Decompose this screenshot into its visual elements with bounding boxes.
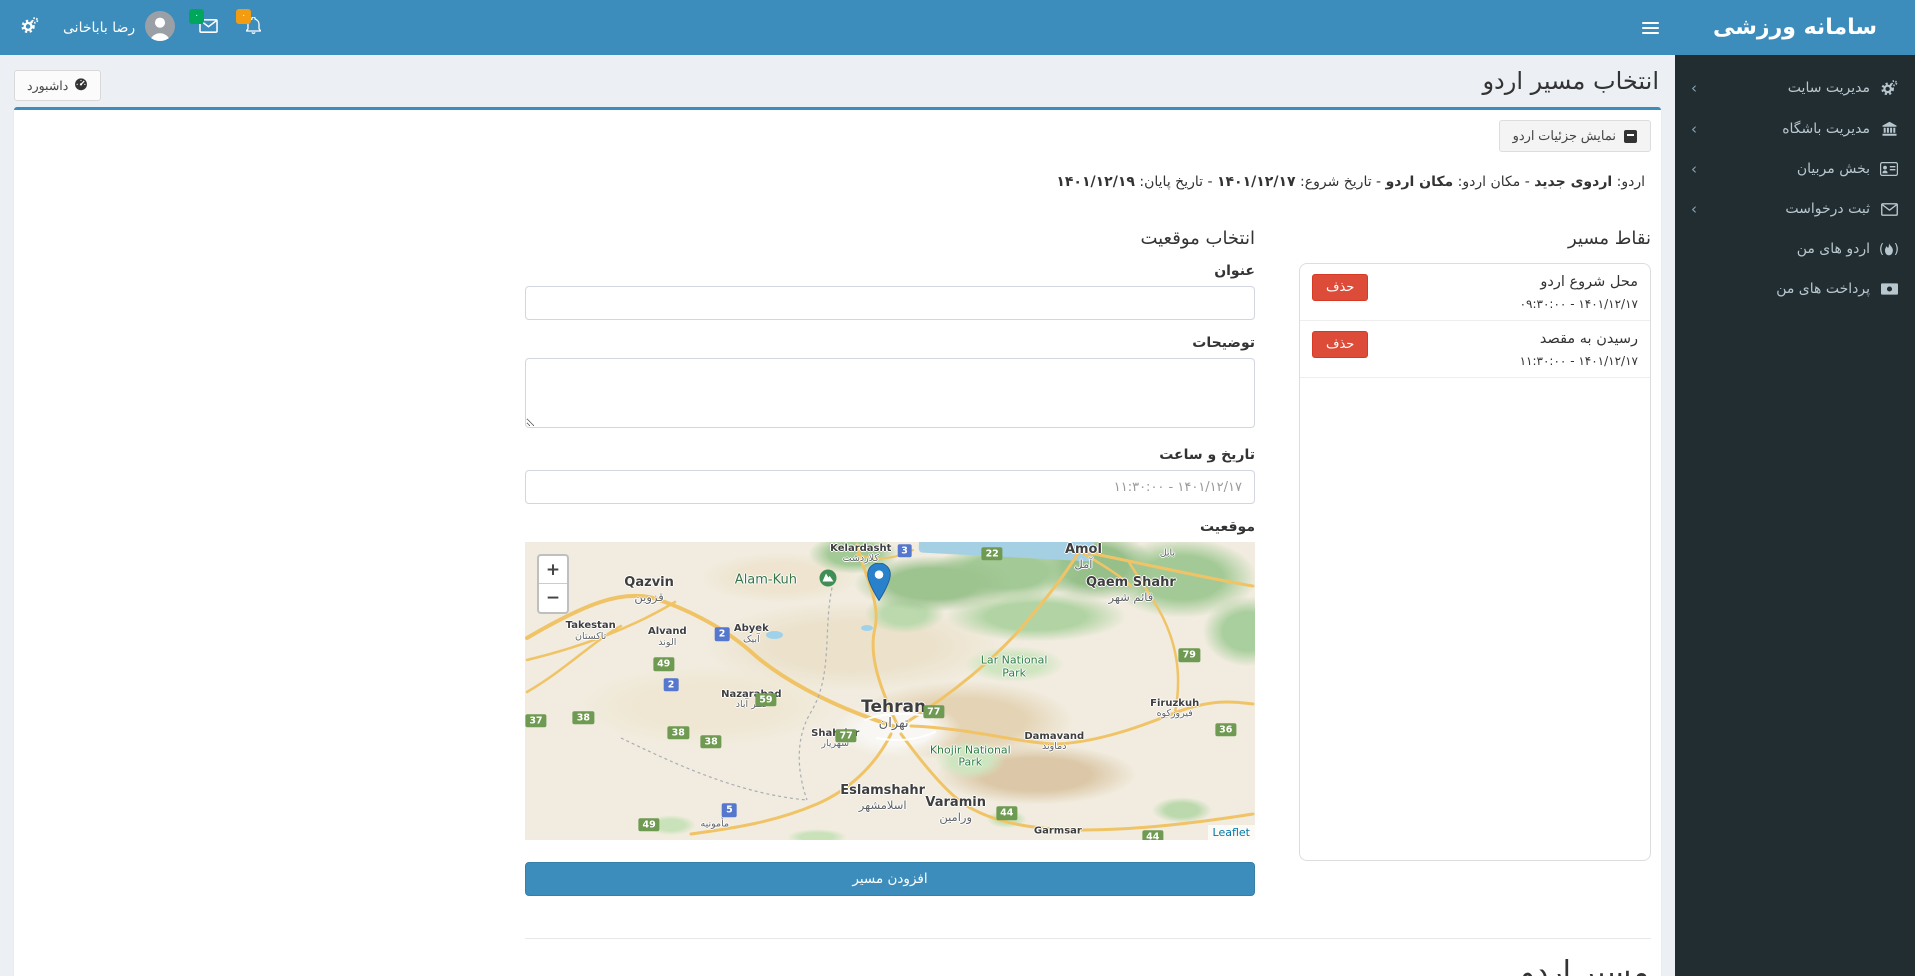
map-zoom-control: + − bbox=[537, 554, 569, 614]
chevron-icon: › bbox=[1691, 78, 1697, 97]
camp-place: مکان اردو bbox=[1385, 174, 1454, 190]
notifications-button[interactable]: ۰ bbox=[232, 0, 275, 55]
route-point-title: محل شروع اردو bbox=[1540, 274, 1638, 290]
brand-title: سامانه ورزشی bbox=[1675, 0, 1915, 55]
route-point-item: رسیدن به مقصد ۱۴۰۱/۱۲/۱۷ - ۱۱:۳۰:۰۰ حذف bbox=[1300, 321, 1650, 378]
leaflet-attribution-link[interactable]: Leaflet bbox=[1207, 825, 1255, 840]
sidebar-item-label: مدیریت سایت bbox=[1787, 80, 1870, 96]
envelope-icon bbox=[1879, 202, 1899, 216]
sidebar-toggle-button[interactable] bbox=[1626, 19, 1675, 37]
title-label: عنوان bbox=[1214, 263, 1255, 279]
route-point-datetime: ۱۴۰۱/۱۲/۱۷ - ۱۱:۳۰:۰۰ bbox=[1519, 354, 1638, 368]
chevron-icon: › bbox=[1691, 119, 1697, 138]
notifications-badge: ۰ bbox=[236, 9, 252, 24]
breadcrumb-dashboard-button[interactable]: داشبورد bbox=[14, 70, 102, 101]
sidebar-item-label: ثبت درخواست bbox=[1785, 201, 1870, 217]
route-section: نقاط مسیر محل شروع اردو ۱۴۰۱/۱۲/۱۷ - ۰۹:… bbox=[525, 228, 1651, 976]
map-marker-pin[interactable] bbox=[867, 562, 892, 605]
route-point-datetime: ۱۴۰۱/۱۲/۱۷ - ۰۹:۳۰:۰۰ bbox=[1519, 297, 1638, 311]
mountain-icon bbox=[819, 569, 837, 587]
gears-icon bbox=[1879, 79, 1899, 97]
camp-start-date: ۱۴۰۱/۱۲/۱۷ bbox=[1216, 174, 1296, 190]
topbar-cluster: رضا باباخانی ۰ ۰ bbox=[0, 0, 275, 55]
divider bbox=[525, 938, 1651, 939]
route-points-column: نقاط مسیر محل شروع اردو ۱۴۰۱/۱۲/۱۷ - ۰۹:… bbox=[1299, 228, 1651, 896]
location-map[interactable]: + − Leaflet Kelardasht کلاردشت Amol آمل بابل… bbox=[525, 542, 1255, 840]
datetime-input[interactable] bbox=[525, 470, 1255, 504]
title-input[interactable] bbox=[525, 286, 1255, 320]
route-points-panel: محل شروع اردو ۱۴۰۱/۱۲/۱۷ - ۰۹:۳۰:۰۰ حذف … bbox=[1299, 263, 1651, 861]
location-label: موقعیت bbox=[1199, 519, 1255, 535]
route-point-item: محل شروع اردو ۱۴۰۱/۱۲/۱۷ - ۰۹:۳۰:۰۰ حذف bbox=[1300, 264, 1650, 321]
description-textarea[interactable] bbox=[525, 358, 1255, 428]
route-point-title: رسیدن به مقصد bbox=[1539, 331, 1638, 347]
breadcrumb-label: داشبورد bbox=[27, 79, 69, 93]
details-icon bbox=[1624, 129, 1637, 143]
user-name[interactable]: رضا باباخانی bbox=[53, 20, 143, 36]
settings-button[interactable] bbox=[6, 0, 53, 55]
zoom-out-button[interactable]: − bbox=[539, 584, 567, 612]
camp-info-line: اردو: اردوی جدید - مکان اردو: مکان اردو … bbox=[1056, 174, 1645, 190]
content-header: انتخاب مسیر اردو داشبورد bbox=[0, 55, 1675, 107]
location-form-column: انتخاب موقعیت عنوان توضیحات تاریخ و ساعت bbox=[525, 228, 1255, 896]
chevron-icon: › bbox=[1691, 199, 1697, 218]
delete-route-point-button[interactable]: حذف bbox=[1312, 274, 1369, 301]
route-points-heading: نقاط مسیر bbox=[1567, 228, 1651, 249]
camp-end-date: ۱۴۰۱/۱۲/۱۹ bbox=[1056, 174, 1135, 190]
sidebar-item-label: بخش مربیان bbox=[1796, 161, 1870, 177]
sidebar-item-submit-request[interactable]: ثبت درخواست › bbox=[1675, 189, 1915, 229]
sidebar-item-label: پرداخت های من bbox=[1776, 281, 1870, 297]
sidebar: سامانه ورزشی مدیریت سایت › مدیریت باشگاه… bbox=[1675, 0, 1915, 976]
sidebar-item-club-management[interactable]: مدیریت باشگاه › bbox=[1675, 109, 1915, 149]
campfire-icon: () bbox=[1879, 241, 1899, 257]
show-camp-details-button[interactable]: نمایش جزئیات اردو bbox=[1498, 120, 1651, 152]
sidebar-item-label: اردو های من bbox=[1796, 241, 1870, 257]
content-box: نمایش جزئیات اردو اردو: اردوی جدید - مکا… bbox=[14, 107, 1661, 976]
id-card-icon bbox=[1879, 162, 1899, 176]
page-title: انتخاب مسیر اردو bbox=[1482, 67, 1659, 95]
money-bill-icon bbox=[1879, 283, 1899, 295]
camp-route-section-heading: مسیر اردو bbox=[1520, 955, 1649, 976]
dashboard-gauge-icon bbox=[74, 77, 88, 94]
sidebar-item-site-management[interactable]: مدیریت سایت › bbox=[1675, 67, 1915, 109]
add-route-button[interactable]: افزودن مسیر bbox=[525, 862, 1255, 896]
sidebar-item-coaches-section[interactable]: بخش مربیان › bbox=[1675, 149, 1915, 189]
details-button-label: نمایش جزئیات اردو bbox=[1512, 128, 1616, 143]
bank-icon bbox=[1879, 121, 1899, 137]
chevron-icon: › bbox=[1691, 159, 1697, 178]
avatar bbox=[145, 10, 176, 45]
user-menu[interactable] bbox=[143, 0, 185, 55]
main-content: انتخاب مسیر اردو داشبورد نمایش جزئیات ار… bbox=[0, 0, 1675, 976]
sidebar-item-label: مدیریت باشگاه bbox=[1782, 121, 1870, 137]
sidebar-item-my-camps[interactable]: () اردو های من bbox=[1675, 229, 1915, 269]
gears-icon bbox=[20, 16, 39, 39]
camp-name: اردوی جدید bbox=[1534, 174, 1613, 190]
location-form-heading: انتخاب موقعیت bbox=[1140, 228, 1255, 249]
messages-badge: ۰ bbox=[189, 9, 205, 24]
topbar: رضا باباخانی ۰ ۰ bbox=[0, 0, 1675, 55]
description-label: توضیحات bbox=[1192, 335, 1255, 351]
datetime-label: تاریخ و ساعت bbox=[1159, 447, 1255, 463]
sidebar-item-my-payments[interactable]: پرداخت های من bbox=[1675, 269, 1915, 309]
delete-route-point-button[interactable]: حذف bbox=[1312, 331, 1369, 358]
zoom-in-button[interactable]: + bbox=[539, 556, 567, 584]
sidebar-menu: مدیریت سایت › مدیریت باشگاه › بخش مربیان… bbox=[1675, 55, 1915, 309]
messages-button[interactable]: ۰ bbox=[185, 0, 232, 55]
